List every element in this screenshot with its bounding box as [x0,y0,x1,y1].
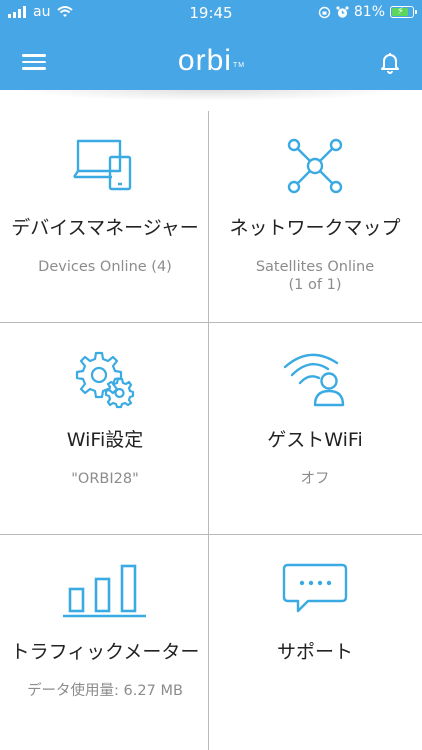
tile-subtitle: Devices Online (4) [38,259,172,275]
chat-bubble-icon [282,563,348,613]
bar-chart-icon [63,564,146,618]
orientation-lock-icon [318,6,331,18]
app-header: au 19:45 81% ⚡ orbiTM [0,0,422,90]
orbi-logo: orbiTM [0,44,422,78]
tile-title: デバイスマネージャー [11,217,199,239]
devices-icon [73,139,132,191]
network-map-icon [287,138,343,194]
tile-network-map[interactable]: ネットワークマップ Satellites Online (1 of 1) [210,111,420,323]
tile-traffic-meter[interactable]: トラフィックメーター データ使用量: 6.27 MB [0,535,210,747]
charging-bolt-icon: ⚡ [397,6,405,17]
dashboard-grid: デバイスマネージャー Devices Online (4) ネットワークマップ [0,111,422,750]
tile-title: トラフィックメーター [10,641,200,663]
tile-subtitle: データ使用量: 6.27 MB [27,683,183,699]
header-shadow [0,90,422,102]
tile-title: サポート [276,641,353,663]
tile-title: WiFi設定 [66,429,144,451]
logo-text: orbi [177,44,232,77]
tile-title: ゲストWiFi [267,429,363,451]
battery-percent: 81% [353,4,385,20]
nav-bar: orbiTM [0,30,422,90]
tile-subtitle-line2: (1 of 1) [288,277,342,293]
logo-trademark: TM [232,62,246,69]
tile-title: ネットワークマップ [229,217,401,239]
tile-subtitle: オフ [300,471,330,487]
tile-device-manager[interactable]: デバイスマネージャー Devices Online (4) [0,111,210,323]
tile-support[interactable]: サポート [210,535,420,747]
tile-subtitle-line1: Satellites Online [255,259,375,275]
tile-wifi-settings[interactable]: WiFi設定 "ORBI28" [0,323,210,535]
notification-bell-button[interactable] [378,50,402,74]
guest-wifi-icon [283,353,345,407]
battery-icon: ⚡ [390,6,417,18]
tile-subtitle: Satellites Online (1 of 1) [220,258,410,294]
status-bar: au 19:45 81% ⚡ [0,0,422,26]
alarm-icon [336,5,349,18]
tile-guest-wifi[interactable]: ゲストWiFi オフ [210,323,420,535]
gears-icon [75,351,135,409]
tile-subtitle: "ORBI28" [71,471,139,487]
